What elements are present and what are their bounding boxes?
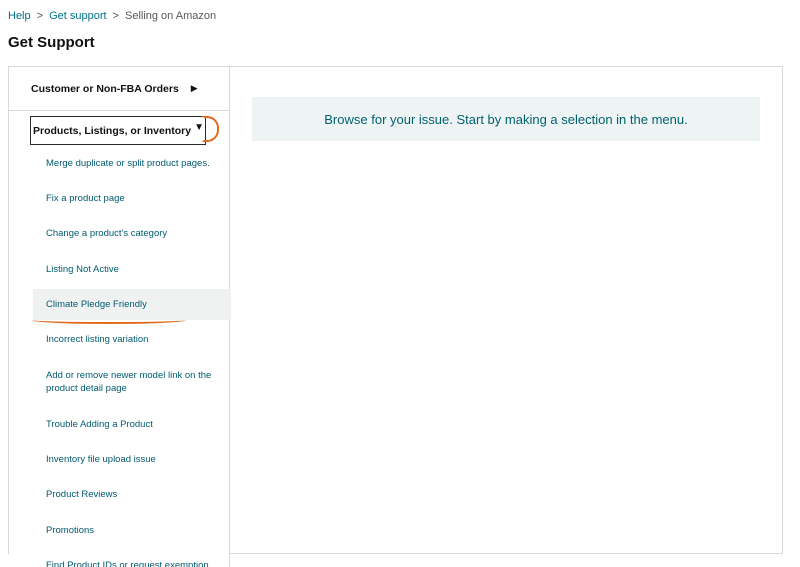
page-title: Get Support	[8, 34, 95, 51]
sidebar-item-listing-not-active[interactable]: Listing Not Active	[46, 263, 226, 276]
main-content: Browse for your issue. Start by making a…	[230, 67, 782, 553]
sidebar-item-newer-model-link[interactable]: Add or remove newer model link on the pr…	[46, 369, 218, 395]
category-products-listings-inventory[interactable]: Products, Listings, or Inventory ▼	[30, 116, 206, 145]
triangle-down-icon[interactable]: ▼	[194, 122, 204, 133]
chevron-right-icon: >	[112, 10, 119, 22]
page: Help > Get support > Selling on Amazon G…	[0, 0, 800, 567]
triangle-right-icon: ▶	[190, 83, 198, 93]
breadcrumb: Help > Get support > Selling on Amazon	[8, 10, 216, 22]
sidebar-item-product-reviews[interactable]: Product Reviews	[46, 488, 226, 501]
sidebar-item-change-category[interactable]: Change a product's category	[46, 227, 226, 240]
support-panel: Customer or Non-FBA Orders ▶ Products, L…	[8, 66, 783, 567]
category-label: Customer or Non-FBA Orders	[31, 82, 179, 95]
breadcrumb-current: Selling on Amazon	[124, 10, 217, 22]
category-label: Products, Listings, or Inventory	[33, 124, 192, 137]
breadcrumb-link-get-support[interactable]: Get support	[49, 10, 106, 22]
sidebar-item-promotions[interactable]: Promotions	[46, 524, 226, 537]
sidebar-item-incorrect-variation[interactable]: Incorrect listing variation	[46, 333, 226, 346]
breadcrumb-link-help[interactable]: Help	[8, 10, 31, 22]
sidebar-item-merge-duplicate[interactable]: Merge duplicate or split product pages.	[46, 157, 226, 170]
browse-prompt: Browse for your issue. Start by making a…	[252, 97, 760, 141]
sidebar-item-climate-pledge-friendly[interactable]: Climate Pledge Friendly	[33, 289, 231, 320]
category-customer-orders[interactable]: Customer or Non-FBA Orders ▶	[9, 67, 229, 111]
sidebar-item-fix-product-page[interactable]: Fix a product page	[46, 192, 226, 205]
sidebar-item-inventory-upload[interactable]: Inventory file upload issue	[46, 453, 226, 466]
chevron-right-icon: >	[36, 10, 44, 22]
sidebar-item-trouble-adding-product[interactable]: Trouble Adding a Product	[46, 418, 226, 431]
sidebar-item-find-product-ids[interactable]: Find Product IDs or request exemption	[46, 559, 226, 567]
sidebar-menu: Customer or Non-FBA Orders ▶ Products, L…	[9, 67, 231, 567]
